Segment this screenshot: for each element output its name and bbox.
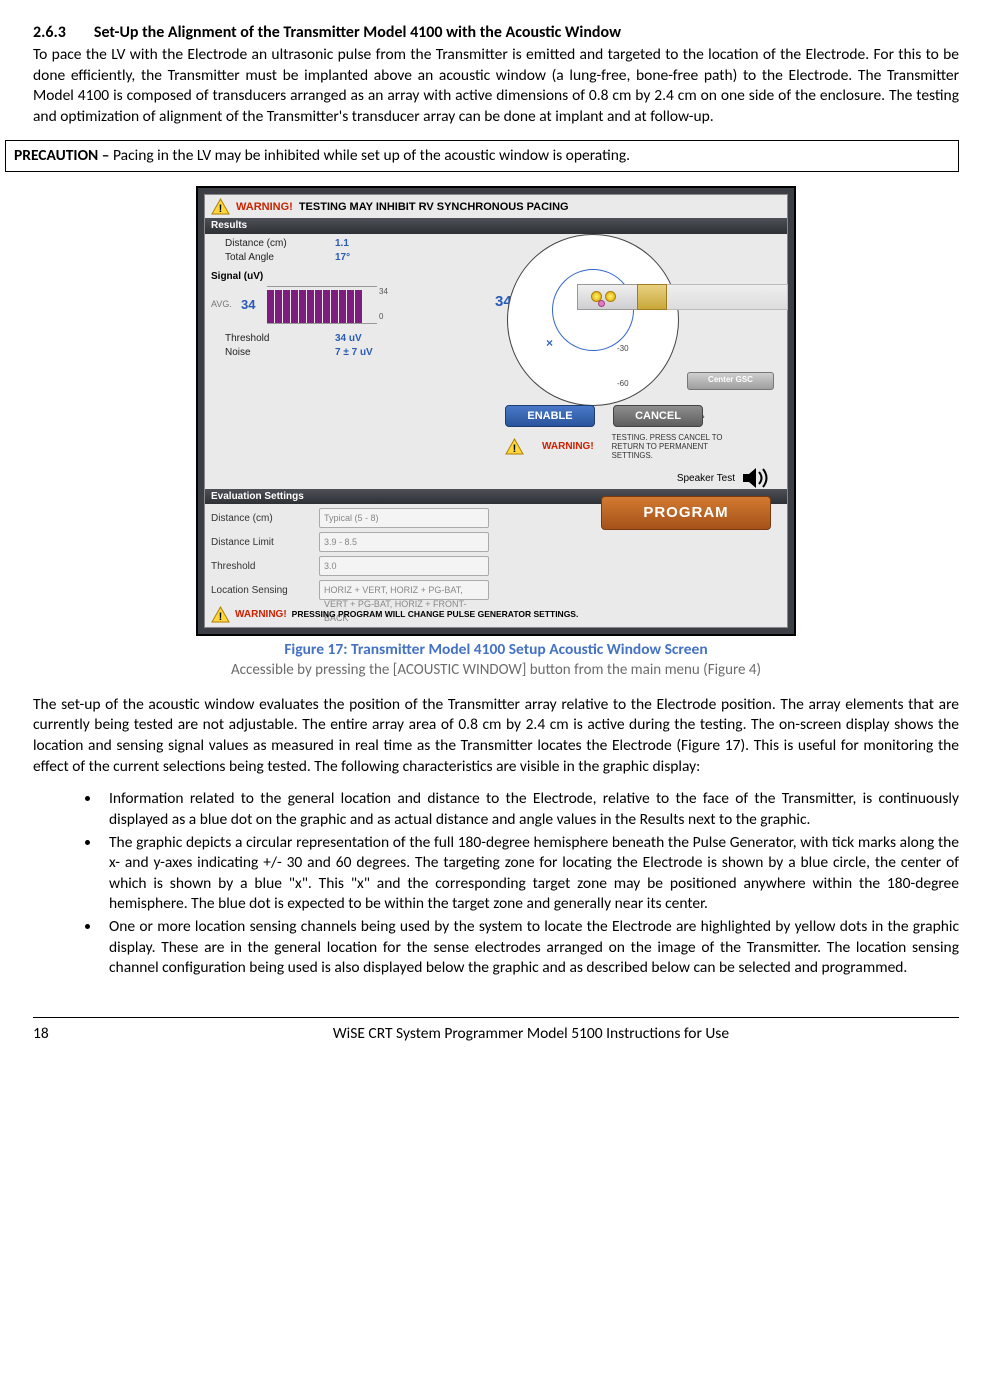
results-header: Results (205, 218, 787, 233)
speaker-icon (741, 466, 771, 490)
avg-value: 34 (241, 296, 267, 313)
eval-distance-label: Distance (cm) (211, 512, 311, 525)
screen: ! WARNING! TESTING MAY INHIBIT RV SYNCHR… (196, 186, 796, 636)
list-item: Information related to the general locat… (101, 789, 959, 830)
noise-value: 7 ± 7 uV (335, 346, 373, 359)
signal-label: Signal (uV) (211, 270, 271, 283)
svg-text:!: ! (513, 443, 517, 455)
threshold-label: Threshold (211, 332, 335, 345)
target-x-mark: × (546, 336, 553, 352)
precaution-label: PRECAUTION – (14, 146, 113, 165)
eval-dlimit-label: Distance Limit (211, 536, 311, 549)
angle-value: 17° (335, 251, 350, 264)
svg-text:!: ! (219, 611, 223, 623)
warning-icon: ! (505, 438, 524, 455)
bottom-warning-text: PRESSING PROGRAM WILL CHANGE PULSE GENER… (292, 609, 579, 620)
electrode-dot (598, 300, 605, 307)
eval-location-label: Location Sensing (211, 584, 311, 597)
precaution-text: Pacing in the LV may be inhibited while … (113, 146, 630, 165)
bottom-warning-bar: ! WARNING! PRESSING PROGRAM WILL CHANGE … (205, 604, 787, 627)
signal-bars (267, 286, 377, 324)
transmitter-cable (667, 284, 788, 310)
target-zone-circle (552, 269, 634, 351)
distance-label: Distance (cm) (211, 237, 335, 250)
list-item: The graphic depicts a circular represent… (101, 833, 959, 915)
paragraph-setup: The set-up of the acoustic window evalua… (33, 695, 959, 777)
tick-minus-60: -60 (617, 379, 629, 390)
bullet-list: Information related to the general locat… (33, 789, 959, 978)
figure-screenshot: ! WARNING! TESTING MAY INHIBIT RV SYNCHR… (196, 186, 796, 681)
avg-label: AVG. (211, 299, 241, 311)
center-gsc-button[interactable]: Center GSC (687, 372, 774, 390)
warning-icon: ! (211, 198, 230, 215)
angle-label: Total Angle (211, 251, 335, 264)
speaker-test-label: Speaker Test (677, 472, 735, 485)
eval-threshold-label: Threshold (211, 560, 311, 573)
distance-value: 1.1 (335, 237, 349, 250)
svg-text:!: ! (219, 203, 223, 215)
sense-electrode-dot (605, 291, 616, 302)
list-item: One or more location sensing channels be… (101, 917, 959, 979)
bottom-warning-title: WARNING! (235, 608, 287, 621)
bar-tick-high: 34 (379, 287, 388, 298)
program-button[interactable]: PROGRAM (601, 496, 771, 530)
noise-label: Noise (211, 346, 335, 359)
top-warning-title: WARNING! (236, 200, 293, 215)
section-number: 2.6.3 (33, 23, 66, 42)
eval-threshold-select[interactable]: 3.0 (319, 556, 489, 576)
section-heading: 2.6.3 Set-Up the Alignment of the Transmi… (33, 22, 959, 43)
figure-caption: Figure 17: Transmitter Model 4100 Setup … (196, 640, 796, 661)
section-title: Set-Up the Alignment of the Transmitter … (94, 23, 621, 42)
top-warning-bar: ! WARNING! TESTING MAY INHIBIT RV SYNCHR… (205, 195, 787, 218)
threshold-value: 34 uV (335, 332, 362, 345)
testing-text: TESTING. PRESS CANCEL TO RETURN TO PERMA… (612, 433, 732, 460)
footer-rule (33, 1017, 959, 1018)
secondary-warning-title: WARNING! (542, 440, 594, 453)
footer-title: WiSE CRT System Programmer Model 5100 In… (103, 1024, 959, 1045)
eval-distance-select[interactable]: Typical (5 - 8) (319, 508, 489, 528)
eval-location-select[interactable]: HORIZ + VERT, HORIZ + PG-BAT, VERT + PG-… (319, 580, 489, 600)
speaker-test[interactable]: Speaker Test (677, 466, 771, 490)
cancel-button[interactable]: CANCEL (613, 405, 703, 427)
precaution-box: PRECAUTION – Pacing in the LV may be inh… (5, 140, 959, 173)
hemisphere-graphic: 34 × -30 -60 Center GSC (487, 234, 757, 424)
warning-icon: ! (211, 606, 230, 623)
top-warning-text: TESTING MAY INHIBIT RV SYNCHRONOUS PACIN… (299, 200, 569, 215)
figure-subcaption: Accessible by pressing the [ACOUSTIC WIN… (196, 661, 796, 681)
tick-minus-30: -30 (617, 344, 629, 355)
transmitter-battery (637, 284, 667, 310)
enable-button[interactable]: ENABLE (505, 405, 595, 427)
bar-tick-low: 0 (379, 312, 388, 323)
page-footer: 18 WiSE CRT System Programmer Model 5100… (33, 1024, 959, 1045)
page-number: 18 (33, 1024, 103, 1045)
eval-dlimit-select[interactable]: 3.9 - 8.5 (319, 532, 489, 552)
paragraph-intro: To pace the LV with the Electrode an ult… (33, 45, 959, 127)
